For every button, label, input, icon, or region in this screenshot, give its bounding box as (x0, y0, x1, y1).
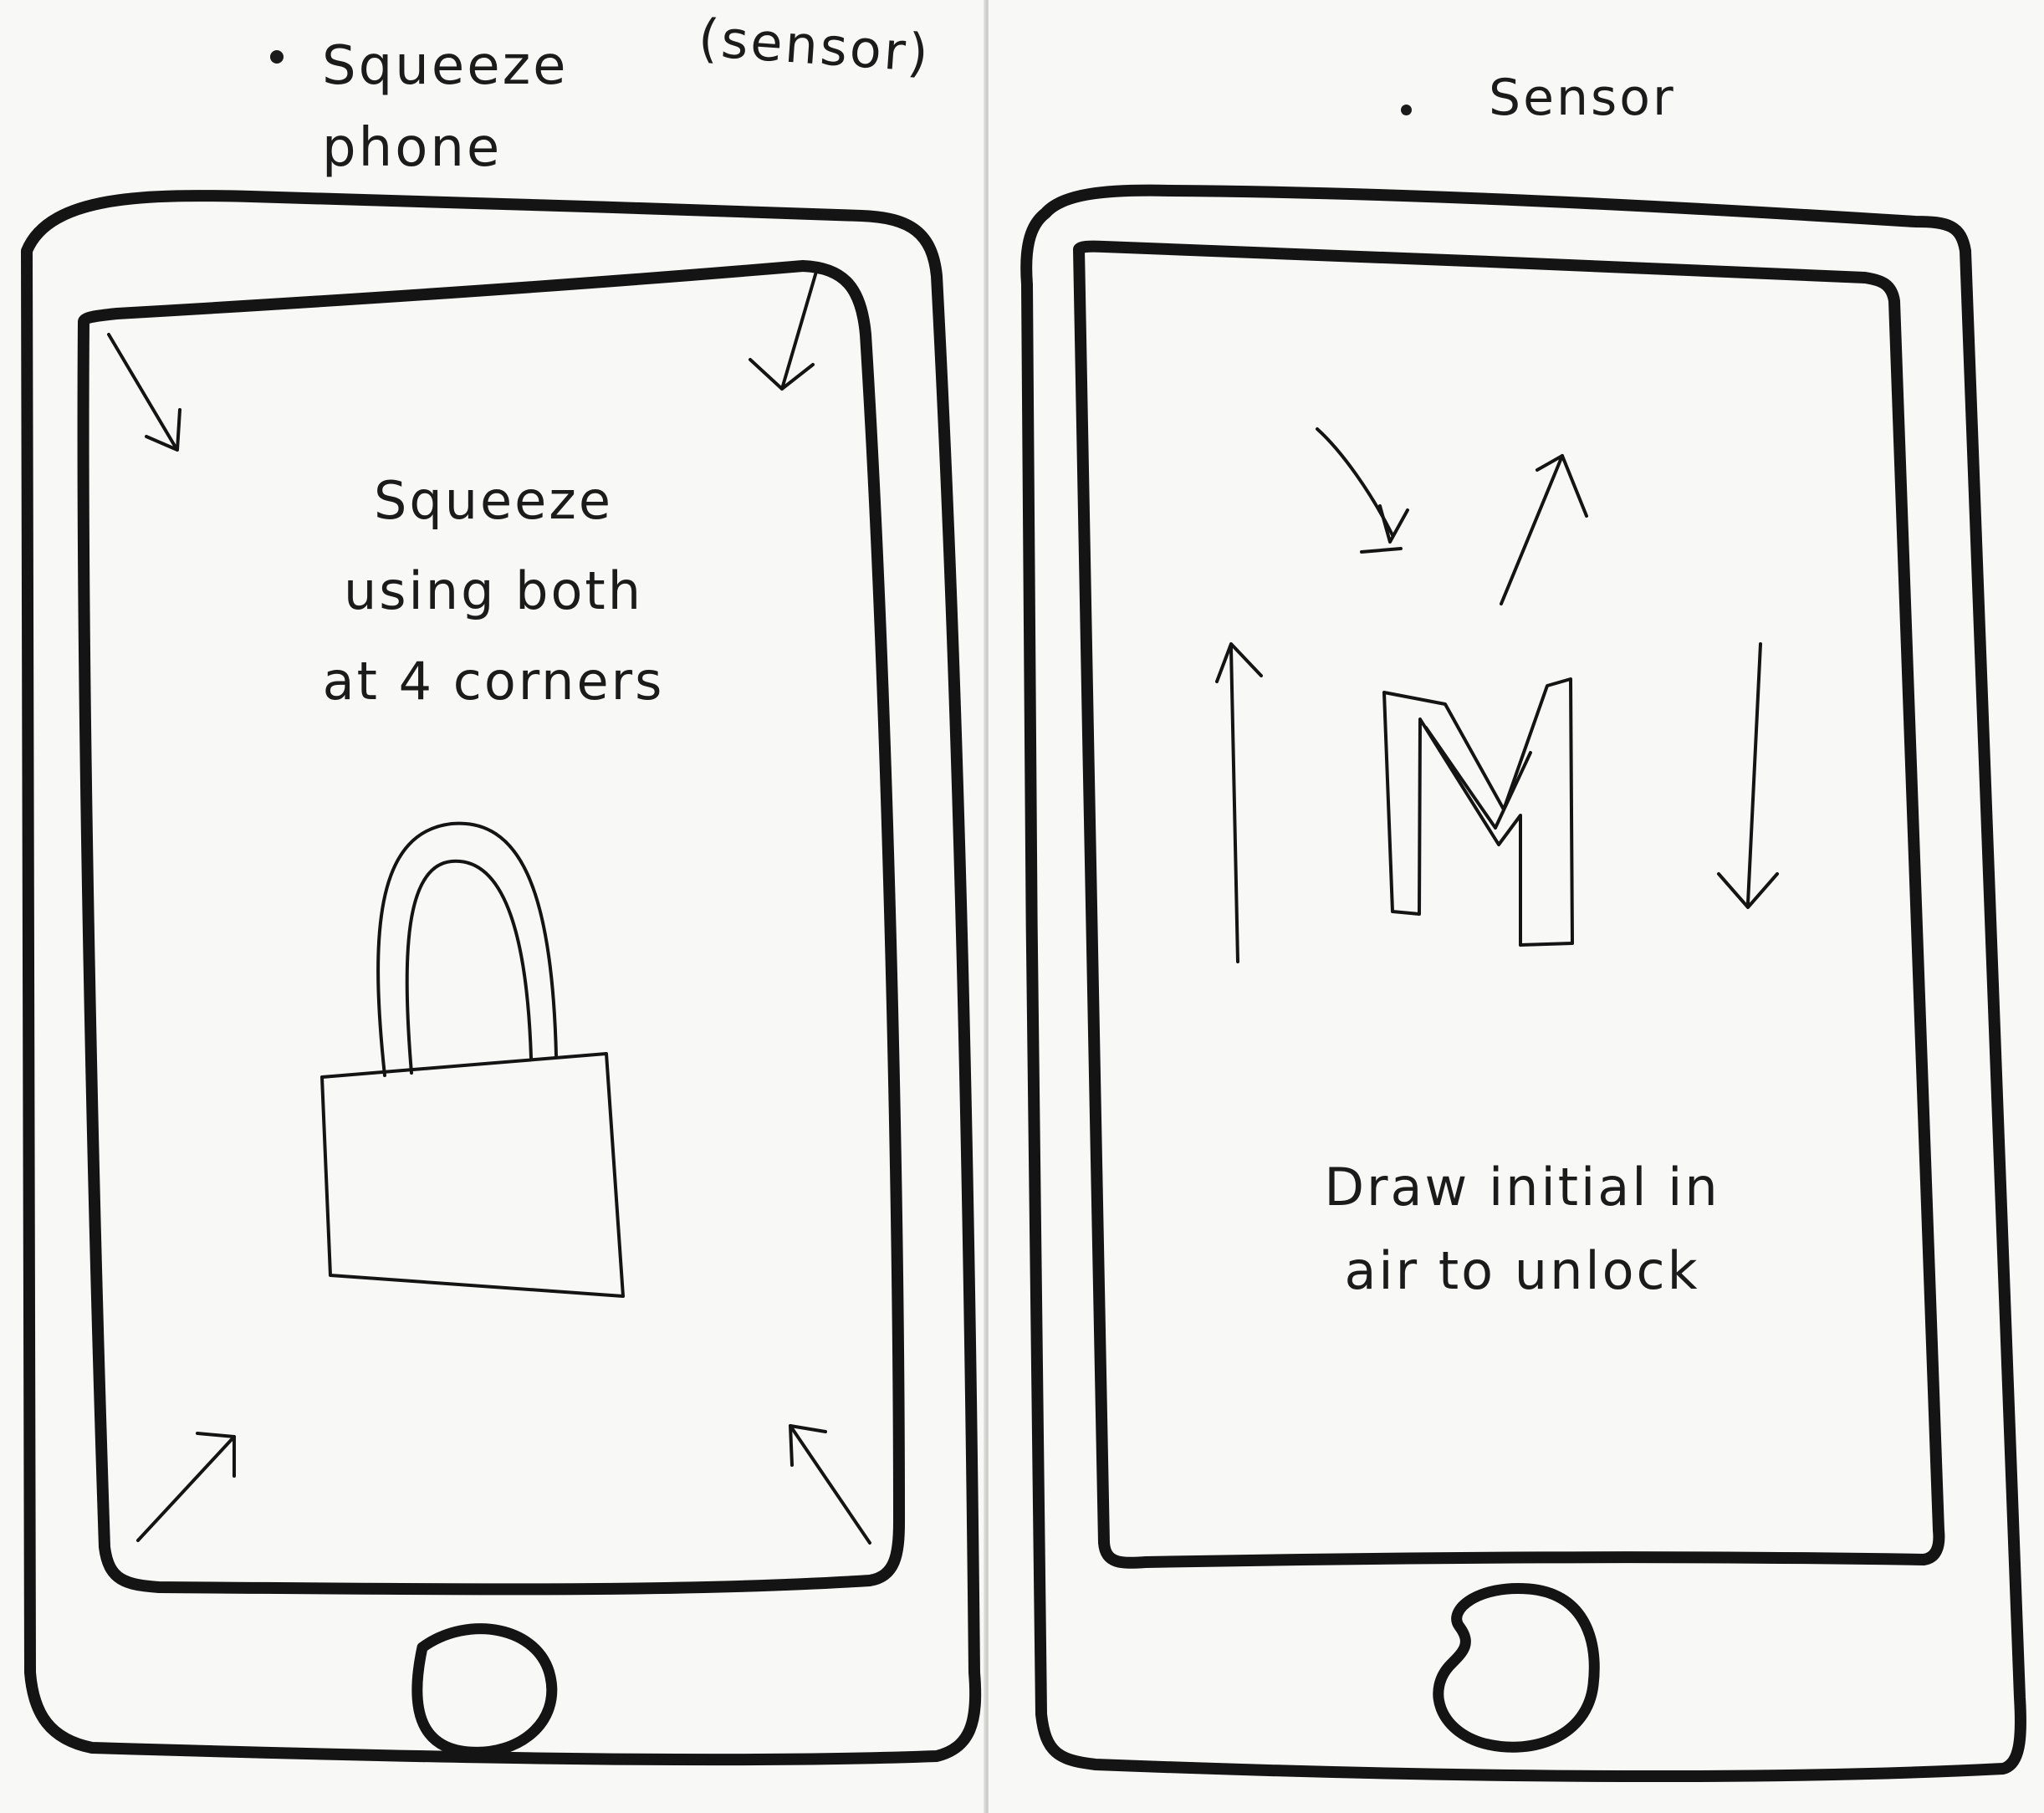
right-sketch-panel (989, 0, 2044, 1813)
right-note-text: Sensor (1489, 69, 1676, 127)
left-screen-line1: Squeeze (374, 470, 613, 531)
left-sketch-panel (0, 0, 985, 1813)
left-note-line1: Squeeze (322, 35, 569, 97)
left-screen-line2: using both (343, 560, 644, 621)
right-note-bullet (1401, 105, 1412, 115)
right-screen-line1: Draw initial in (1324, 1157, 1720, 1218)
left-screen-instructions: Squeeze using both at 4 corners (276, 456, 711, 727)
right-screen-instructions: Draw initial in air to unlock (1246, 1146, 1798, 1313)
right-screen-line2: air to unlock (1344, 1240, 1700, 1301)
left-note-text: Squeeze phone (322, 25, 569, 189)
left-note-line2: phone (322, 117, 503, 179)
left-note-bullet (270, 50, 284, 64)
left-screen-line3: at 4 corners (322, 651, 665, 712)
